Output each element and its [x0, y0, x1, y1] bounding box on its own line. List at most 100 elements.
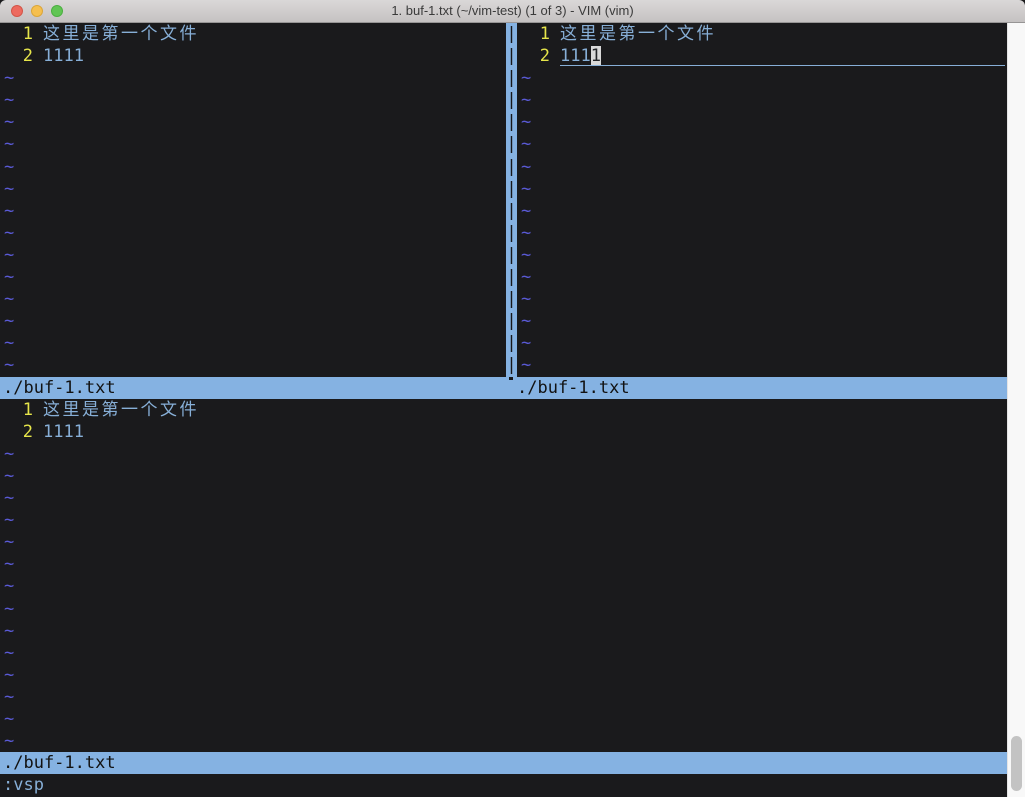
vim-window-bottom[interactable]: 1 这里是第一个文件 2 1111 ~~~~~~~~~~~~~~ [0, 399, 1007, 753]
tilde-marker: ~ [0, 487, 1007, 509]
line-text: 1111 [43, 422, 84, 442]
statusline-filename-right: ./buf-1.txt [517, 377, 630, 399]
separator-glyph: | [506, 45, 517, 67]
statusline-filename-left: ./buf-1.txt [3, 377, 116, 399]
line-text: 1111 [43, 46, 84, 66]
scrollbar-track[interactable] [1007, 23, 1025, 797]
statusline-top: ./buf-1.txt ./buf-1.txt [0, 377, 1007, 399]
vim-window-top-left[interactable]: 1 这里是第一个文件 2 1111 ~~~~~~~~~~~~~~ [0, 23, 506, 377]
empty-buffer-lines: ~~~~~~~~~~~~~~ [517, 67, 1007, 376]
tilde-marker: ~ [517, 133, 1007, 155]
screen: { "window": { "title": "1. buf-1.txt (~/… [0, 0, 1025, 797]
tilde-marker: ~ [0, 288, 506, 310]
vim-window-top-right-active[interactable]: 1这里是第一个文件 21111 ~~~~~~~~~~~~~~ [517, 23, 1007, 377]
tilde-marker: ~ [517, 111, 1007, 133]
empty-buffer-lines: ~~~~~~~~~~~~~~ [0, 67, 506, 376]
tilde-marker: ~ [0, 156, 506, 178]
tilde-marker: ~ [0, 200, 506, 222]
tilde-marker: ~ [0, 575, 1007, 597]
tilde-marker: ~ [0, 310, 506, 332]
statusline-bottom: ./buf-1.txt [0, 752, 1007, 774]
minimize-button[interactable] [31, 5, 43, 17]
line-number: 2 [0, 45, 33, 67]
separator-glyph: | [506, 133, 517, 155]
tilde-marker: ~ [0, 664, 1007, 686]
tilde-marker: ~ [517, 67, 1007, 89]
buffer-line: 2 1111 [0, 45, 506, 67]
separator-glyph: | [506, 200, 517, 222]
window-title: 1. buf-1.txt (~/vim-test) (1 of 3) - VIM… [0, 0, 1025, 22]
tilde-marker: ~ [0, 222, 506, 244]
buffer-line: 1 这里是第一个文件 [0, 399, 1007, 421]
close-button[interactable] [11, 5, 23, 17]
tilde-marker: ~ [0, 67, 506, 89]
separator-glyph: | [506, 222, 517, 244]
buffer-line: 1 这里是第一个文件 [517, 23, 1007, 45]
traffic-lights [11, 5, 63, 17]
line-number: 1 [0, 399, 33, 421]
tilde-marker: ~ [0, 178, 506, 200]
tilde-marker: ~ [517, 354, 1007, 376]
vertical-split-separator[interactable]: |||||||||||||||| [506, 23, 517, 377]
buffer-line: 1 这里是第一个文件 [0, 23, 506, 45]
line-number: 1 [0, 23, 33, 45]
line-number: 2 [0, 421, 33, 443]
tilde-marker: ~ [0, 244, 506, 266]
tilde-marker: ~ [0, 332, 506, 354]
tilde-marker: ~ [517, 288, 1007, 310]
tilde-marker: ~ [0, 620, 1007, 642]
separator-glyph: | [506, 266, 517, 288]
separator-glyph: | [506, 288, 517, 310]
separator-glyph: | [506, 354, 517, 376]
tilde-marker: ~ [517, 200, 1007, 222]
tilde-marker: ~ [0, 598, 1007, 620]
line-number: 1 [517, 23, 550, 45]
tilde-marker: ~ [517, 178, 1007, 200]
tilde-marker: ~ [0, 708, 1007, 730]
tilde-marker: ~ [0, 266, 506, 288]
tilde-marker: ~ [517, 310, 1007, 332]
tilde-marker: ~ [0, 686, 1007, 708]
separator-end-notch [509, 377, 513, 380]
tilde-marker: ~ [0, 509, 1007, 531]
separator-glyph: | [506, 89, 517, 111]
separator-glyph: | [506, 111, 517, 133]
buffer-line-with-cursor: 2 1111 [517, 45, 1007, 67]
separator-glyph: | [506, 332, 517, 354]
tilde-marker: ~ [0, 730, 1007, 752]
separator-glyph: | [506, 244, 517, 266]
statusline-filename: ./buf-1.txt [3, 752, 116, 774]
scrollbar-thumb[interactable] [1011, 736, 1022, 791]
tilde-marker: ~ [0, 642, 1007, 664]
tilde-marker: ~ [0, 531, 1007, 553]
tilde-marker: ~ [0, 465, 1007, 487]
tilde-marker: ~ [517, 156, 1007, 178]
top-splits: 1这里是第一个文件 21111 ~~~~~~~~~~~~~~ |||||||||… [0, 23, 1007, 377]
command-line[interactable]: :vsp [0, 774, 1007, 796]
tilde-marker: ~ [0, 89, 506, 111]
separator-glyph: | [506, 178, 517, 200]
tilde-marker: ~ [517, 244, 1007, 266]
fullscreen-button[interactable] [51, 5, 63, 17]
line-text: 这里是第一个文件 [560, 24, 716, 44]
tilde-marker: ~ [517, 332, 1007, 354]
empty-buffer-lines: ~~~~~~~~~~~~~~ [0, 443, 1007, 752]
tilde-marker: ~ [0, 133, 506, 155]
separator-glyph: | [506, 23, 517, 45]
cursorline-underline [560, 65, 1005, 66]
buffer-line: 2 1111 [0, 421, 1007, 443]
vim-screen[interactable]: 1这里是第一个文件 21111 ~~~~~~~~~~~~~~ |||||||||… [0, 23, 1007, 797]
tilde-marker: ~ [517, 89, 1007, 111]
tilde-marker: ~ [0, 443, 1007, 465]
tilde-marker: ~ [517, 222, 1007, 244]
separator-glyph: | [506, 156, 517, 178]
line-text: 这里是第一个文件 [43, 24, 199, 44]
line-text: 这里是第一个文件 [43, 400, 199, 420]
vim-block-cursor: 1 [591, 46, 601, 66]
tilde-marker: ~ [517, 266, 1007, 288]
line-number: 2 [517, 45, 550, 67]
separator-glyph: | [506, 310, 517, 332]
separator-glyph: | [506, 67, 517, 89]
line-text: 111 [560, 46, 591, 66]
titlebar: 1. buf-1.txt (~/vim-test) (1 of 3) - VIM… [0, 0, 1025, 23]
